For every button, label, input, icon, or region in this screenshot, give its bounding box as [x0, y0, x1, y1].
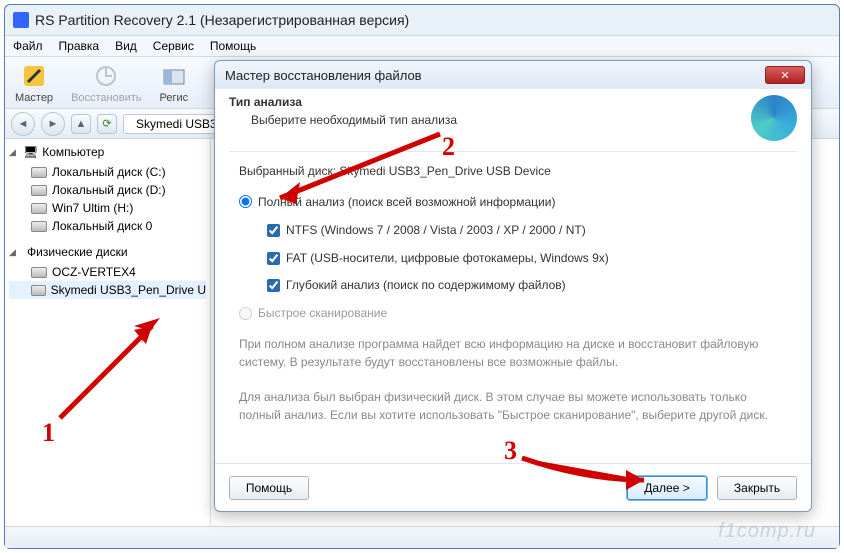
- disk-icon: [31, 267, 47, 278]
- statusbar: [5, 526, 839, 548]
- nav-back-button[interactable]: ◄: [11, 112, 35, 136]
- selected-disk-label: Выбранный диск: Skymedi USB3_Pen_Drive U…: [239, 162, 787, 181]
- wizard-heading: Тип анализа: [229, 95, 751, 109]
- wizard-dialog: Мастер восстановления файлов ✕ Тип анали…: [214, 60, 812, 512]
- checkbox-fat[interactable]: FAT (USB-носители, цифровые фотокамеры, …: [267, 249, 787, 268]
- disk-icon: [31, 221, 47, 232]
- disk-icon: [31, 185, 47, 196]
- tree-node-win7[interactable]: Win7 Ultim (H:): [9, 199, 206, 217]
- app-icon: [13, 12, 29, 28]
- radio-fast-scan: Быстрое сканирование: [239, 304, 787, 323]
- toolbar-recover: Восстановить: [71, 62, 141, 104]
- menu-edit[interactable]: Правка: [51, 39, 108, 53]
- close-button[interactable]: ✕: [765, 66, 805, 84]
- wizard-info-physical: Для анализа был выбран физический диск. …: [239, 388, 787, 425]
- checkbox-deep[interactable]: Глубокий анализ (поиск по содержимому фа…: [267, 276, 787, 295]
- checkbox-ntfs[interactable]: NTFS (Windows 7 / 2008 / Vista / 2003 / …: [267, 221, 787, 240]
- radio-fast-scan-input: [239, 307, 252, 320]
- menu-view[interactable]: Вид: [107, 39, 145, 53]
- radio-full-scan[interactable]: Полный анализ (поиск всей возможной инфо…: [239, 193, 787, 212]
- next-button[interactable]: Далее >: [627, 476, 707, 500]
- titlebar: RS Partition Recovery 2.1 (Незарегистрир…: [5, 5, 839, 35]
- wizard-icon: [20, 62, 48, 90]
- disk-icon: [31, 203, 47, 214]
- wizard-titlebar: Мастер восстановления файлов ✕: [215, 61, 811, 89]
- toolbar-regions[interactable]: Регис: [160, 62, 189, 104]
- wizard-footer: Помощь Далее > Закрыть: [215, 463, 811, 511]
- checkbox-deep-input[interactable]: [267, 279, 280, 292]
- menu-service[interactable]: Сервис: [145, 39, 202, 53]
- menubar: Файл Правка Вид Сервис Помощь: [5, 35, 839, 57]
- tree-panel: ◢ 🖥 Компьютер Локальный диск (C:) Локаль…: [5, 139, 211, 548]
- tree-node-ocz[interactable]: OCZ-VERTEX4: [9, 263, 206, 281]
- tree-node-skymedi[interactable]: Skymedi USB3_Pen_Drive U: [9, 281, 206, 299]
- disk-icon: [31, 285, 46, 296]
- collapse-icon: ◢: [9, 247, 19, 258]
- wizard-subheading: Выберите необходимый тип анализа: [229, 113, 751, 127]
- menu-file[interactable]: Файл: [5, 39, 51, 53]
- wizard-body: Тип анализа Выберите необходимый тип ана…: [215, 89, 811, 463]
- toolbar-wizard[interactable]: Мастер: [15, 62, 53, 104]
- tree-node-local-c[interactable]: Локальный диск (C:): [9, 163, 206, 181]
- recover-icon: [92, 62, 120, 90]
- computer-icon: 🖥: [23, 145, 38, 159]
- help-button[interactable]: Помощь: [229, 476, 309, 500]
- checkbox-fat-input[interactable]: [267, 252, 280, 265]
- tree-node-local-0[interactable]: Локальный диск 0: [9, 217, 206, 235]
- tree-node-local-d[interactable]: Локальный диск (D:): [9, 181, 206, 199]
- regions-icon: [160, 62, 188, 90]
- radio-full-scan-input[interactable]: [239, 195, 252, 208]
- wizard-info-full: При полном анализе программа найдет всю …: [239, 335, 787, 372]
- nav-up-button[interactable]: ▲: [71, 114, 91, 134]
- collapse-icon: ◢: [9, 147, 19, 158]
- wizard-title: Мастер восстановления файлов: [225, 68, 422, 83]
- disk-icon: [31, 167, 47, 178]
- nav-refresh-button[interactable]: ⟳: [97, 114, 117, 134]
- tree-group-computer[interactable]: ◢ 🖥 Компьютер: [9, 145, 206, 159]
- wizard-logo-icon: [751, 95, 797, 141]
- window-title: RS Partition Recovery 2.1 (Незарегистрир…: [35, 12, 409, 28]
- watermark: f1comp.ru: [718, 520, 816, 543]
- checkbox-ntfs-input[interactable]: [267, 224, 280, 237]
- breadcrumb-drive[interactable]: Skymedi USB3: [123, 114, 226, 134]
- cancel-button[interactable]: Закрыть: [717, 476, 797, 500]
- nav-forward-button[interactable]: ►: [41, 112, 65, 136]
- menu-help[interactable]: Помощь: [202, 39, 264, 53]
- tree-group-physical[interactable]: ◢ Физические диски: [9, 245, 206, 259]
